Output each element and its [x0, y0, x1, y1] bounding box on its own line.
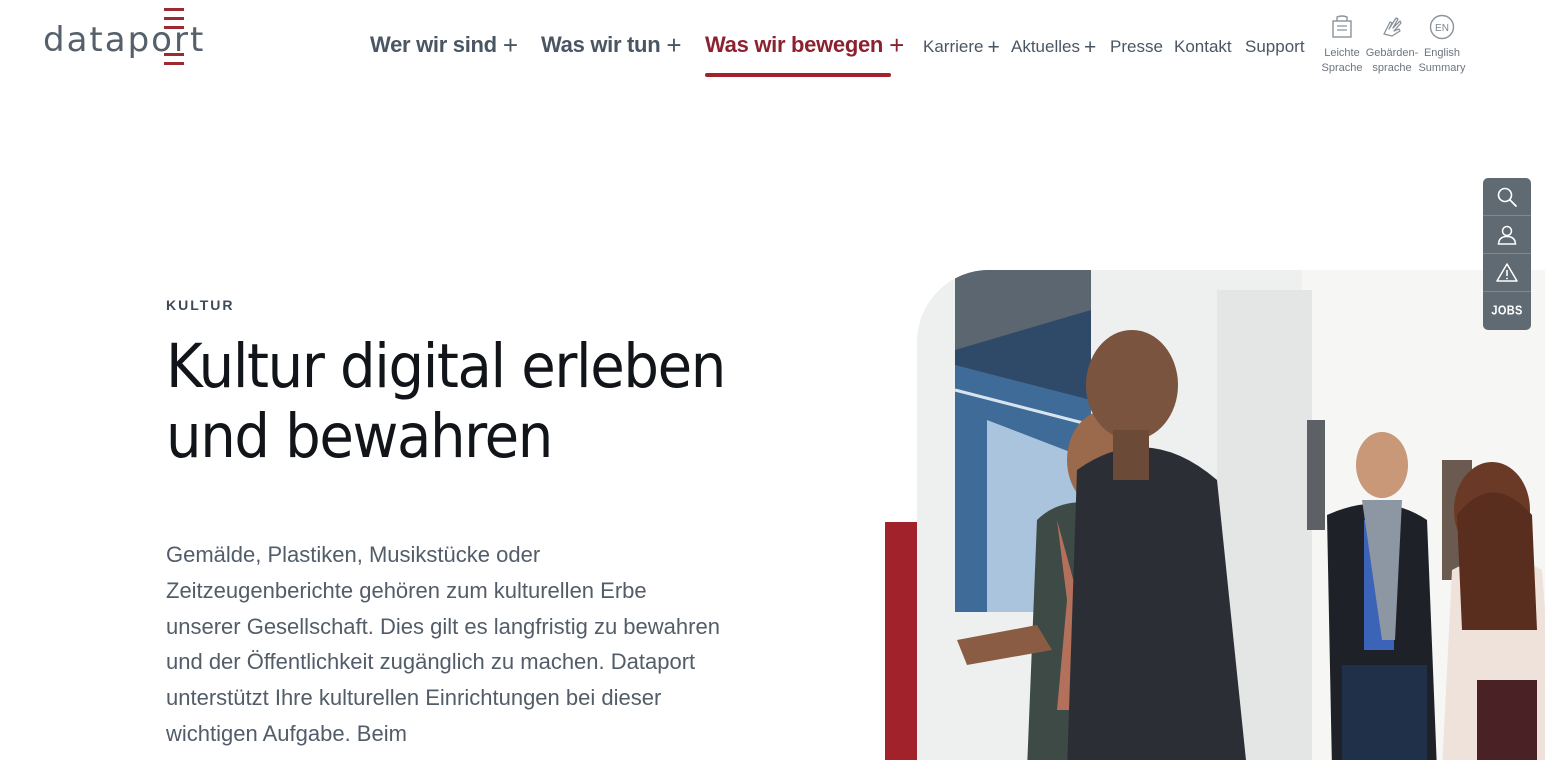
util-label-line2: sprache [1372, 62, 1412, 74]
side-toolbar: JOBS [1483, 178, 1531, 330]
page-title: Kultur digital erleben und bewahren [166, 332, 755, 472]
nav-label: Was wir bewegen [705, 32, 884, 57]
english-summary-link[interactable]: EN English Summary [1414, 12, 1470, 76]
active-nav-indicator [705, 73, 891, 77]
easy-language-icon [1332, 15, 1352, 38]
util-label-line1: Leichte [1324, 47, 1360, 59]
hero-image [917, 270, 1545, 760]
nav-label: Presse [1110, 37, 1163, 56]
util-label-line2: Summary [1418, 62, 1466, 74]
nav-label: Support [1245, 37, 1305, 56]
intro-paragraph: Gemälde, Plastiken, Musikstücke oder Zei… [166, 542, 720, 746]
util-label-line1: Gebärden- [1365, 47, 1419, 59]
plus-icon: + [666, 30, 682, 60]
nav-was-wir-tun[interactable]: Was wir tun + [541, 30, 682, 60]
nav-aktuelles[interactable]: Aktuelles + [1011, 35, 1096, 59]
nav-presse[interactable]: Presse [1110, 35, 1163, 59]
user-icon [1497, 225, 1517, 245]
search-button[interactable] [1483, 178, 1531, 216]
nav-was-wir-bewegen[interactable]: Was wir bewegen + [705, 30, 904, 60]
account-button[interactable] [1483, 216, 1531, 254]
dataport-logo[interactable]: dataport [43, 6, 223, 70]
jobs-label: JOBS [1491, 304, 1523, 318]
plus-icon: + [987, 35, 1000, 59]
en-language-icon: EN [1429, 14, 1455, 40]
svg-text:EN: EN [1435, 23, 1449, 34]
logo-bars [164, 8, 186, 68]
gallery-visitors-illustration [917, 270, 1545, 760]
nav-kontakt[interactable]: Kontakt [1174, 35, 1232, 59]
nav-label: Aktuelles [1011, 37, 1080, 56]
util-label-line2: Sprache [1321, 62, 1363, 74]
leichte-sprache-link[interactable]: Leichte Sprache [1314, 12, 1370, 76]
util-label-line1: English [1423, 47, 1461, 59]
nav-wer-wir-sind[interactable]: Wer wir sind + [370, 30, 518, 60]
category-label: KULTUR [166, 297, 235, 313]
plus-icon: + [502, 30, 518, 60]
nav-label: Karriere [923, 37, 984, 56]
nav-label: Wer wir sind [370, 32, 497, 57]
page-title-line2: und bewahren [166, 401, 553, 472]
alert-button[interactable] [1483, 254, 1531, 292]
gebaerdensprache-link[interactable]: Gebärden- sprache [1364, 12, 1420, 76]
sign-language-icon [1383, 17, 1402, 37]
nav-label: Was wir tun [541, 32, 661, 57]
jobs-button[interactable]: JOBS [1483, 292, 1531, 330]
warning-icon [1496, 262, 1518, 282]
page-title-line1: Kultur digital erleben [166, 331, 726, 402]
plus-icon: + [1083, 35, 1097, 59]
plus-icon: + [889, 30, 904, 60]
nav-label: Kontakt [1174, 37, 1232, 56]
nav-support[interactable]: Support [1245, 35, 1305, 59]
nav-karriere[interactable]: Karriere + [923, 35, 1000, 59]
search-icon [1497, 187, 1517, 207]
